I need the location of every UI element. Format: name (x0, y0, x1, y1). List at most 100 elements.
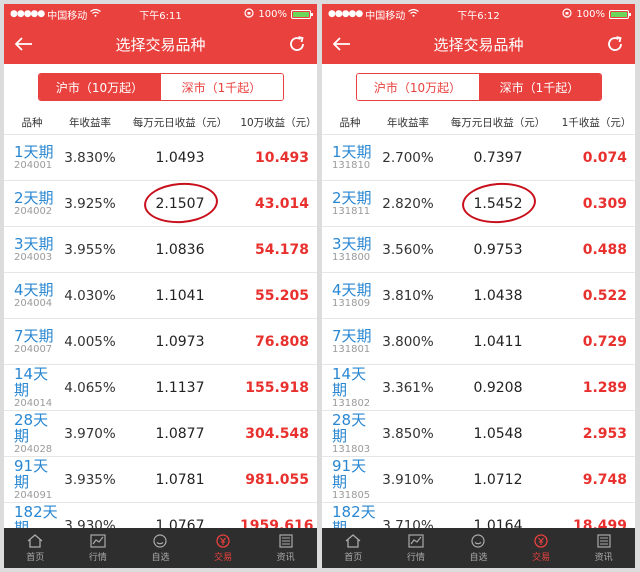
header-product: 品种 (339, 116, 361, 129)
annual-rate: 2.820% (382, 195, 434, 212)
total-income: 2.953 (582, 425, 627, 442)
product-name: 3天期 (332, 234, 372, 253)
chart-icon (408, 533, 424, 548)
tab-item[interactable]: 交易 (192, 528, 255, 568)
daily-income-value: 0.9208 (473, 379, 523, 396)
product-code: 204004 (14, 297, 53, 309)
trade-icon (215, 533, 231, 548)
tab-shenzhen-market[interactable]: 深市（1千起） (478, 74, 601, 100)
tab-item[interactable]: 首页 (322, 528, 385, 568)
product-name: 1天期 (14, 142, 54, 161)
table-row[interactable]: 3天期 131800 3.560% 0.9753 0.488 (322, 226, 635, 272)
tab-shanghai-market[interactable]: 沪市（10万起） (38, 74, 161, 100)
battery-percent: 100% (576, 8, 605, 20)
daily-income-value: 1.0836 (155, 241, 205, 258)
nav-bar: 选择交易品种 (4, 24, 317, 64)
nav-bar: 选择交易品种 (322, 24, 635, 64)
table-row[interactable]: 7天期 204007 4.005% 1.0973 76.808 (4, 318, 317, 364)
highlight-circle (460, 179, 538, 226)
daily-income-value: 1.1137 (155, 379, 205, 396)
tab-item[interactable]: 自选 (447, 528, 510, 568)
smile-icon (152, 533, 168, 548)
tab-item[interactable]: 首页 (4, 528, 67, 568)
arrow-left-icon (15, 37, 32, 51)
total-income: 155.918 (245, 379, 309, 396)
tab-item[interactable]: 资讯 (572, 528, 635, 568)
product-name: 3天期 (14, 234, 54, 253)
total-income: 43.014 (254, 195, 309, 212)
lock-rotation-icon (244, 7, 255, 21)
table-row[interactable]: 1天期 204001 3.830% 1.0493 10.493 (4, 134, 317, 180)
tab-item[interactable]: 资讯 (254, 528, 317, 568)
market-segment-wrapper: 沪市（10万起） 深市（1千起） (322, 64, 635, 110)
daily-income: 1.0438 (438, 288, 558, 304)
tab-item[interactable]: 行情 (385, 528, 448, 568)
product-name: 4天期 (14, 280, 54, 299)
daily-income-value: 1.0411 (473, 333, 523, 350)
tab-label: 行情 (88, 552, 107, 563)
annual-rate: 3.361% (382, 379, 434, 396)
table-row[interactable]: 28天期 131803 3.850% 1.0548 2.953 (322, 410, 635, 456)
total-income: 1.289 (582, 379, 627, 396)
product-cell: 3天期 131800 (322, 236, 378, 264)
annual-rate: 3.830% (64, 149, 116, 166)
table-row[interactable]: 91天期 204091 3.935% 1.0781 981.055 (4, 456, 317, 502)
total-income: 9.748 (582, 471, 627, 488)
product-name: 2天期 (332, 188, 372, 207)
back-button[interactable] (330, 32, 354, 56)
battery-icon (291, 9, 313, 19)
refresh-button[interactable] (285, 32, 309, 56)
daily-income: 1.0781 (120, 472, 240, 488)
table-row[interactable]: 91天期 131805 3.910% 1.0712 9.748 (322, 456, 635, 502)
lock-rotation-icon (562, 7, 573, 21)
total-income: 55.205 (254, 287, 309, 304)
refresh-button[interactable] (603, 32, 627, 56)
table-row[interactable]: 28天期 204028 3.970% 1.0877 304.548 (4, 410, 317, 456)
table-row[interactable]: 2天期 204002 3.925% 2.1507 43.014 (4, 179, 317, 226)
market-segmented-control: 沪市（10万起） 深市（1千起） (355, 73, 602, 101)
daily-income-value: 1.0438 (473, 287, 523, 304)
arrow-left-icon (333, 37, 350, 51)
table-row[interactable]: 4天期 204004 4.030% 1.1041 55.205 (4, 272, 317, 318)
table-row[interactable]: 14天期 204014 4.065% 1.1137 155.918 (4, 364, 317, 410)
table-row[interactable]: 2天期 131811 2.820% 1.5452 0.309 (322, 179, 635, 226)
daily-income: 1.1041 (120, 288, 240, 304)
bottom-tab-bar: 首页 行情 自选 交易 资讯 (4, 528, 317, 568)
table-row[interactable]: 14天期 131802 3.361% 0.9208 1.289 (322, 364, 635, 410)
table-row[interactable]: 1天期 131810 2.700% 0.7397 0.074 (322, 134, 635, 180)
daily-income: 1.0548 (438, 426, 558, 442)
tab-shenzhen-market[interactable]: 深市（1千起） (160, 74, 283, 100)
phone-screen-shanghai: ●●●●● 中国移动 下午6:11 100% 选择交易品种 沪市（10万起） 深… (4, 4, 317, 568)
carrier-name: 中国移动 (365, 10, 406, 22)
battery-percent: 100% (258, 8, 287, 20)
tab-shanghai-market[interactable]: 沪市（10万起） (356, 74, 479, 100)
product-code: 131810 (332, 159, 371, 171)
tab-item[interactable]: 自选 (129, 528, 192, 568)
smile-icon (470, 533, 486, 548)
table-row[interactable]: 7天期 131801 3.800% 1.0411 0.729 (322, 318, 635, 364)
product-name: 14天期 (332, 364, 367, 399)
product-cell: 28天期 131803 (322, 412, 378, 456)
annual-rate: 3.955% (64, 241, 116, 258)
total-income: 0.309 (582, 195, 627, 212)
tab-label: 交易 (532, 552, 551, 563)
annual-rate: 4.030% (64, 287, 116, 304)
daily-income: 1.5452 (438, 179, 558, 226)
daily-income-value: 0.9753 (473, 241, 523, 258)
tab-label: 首页 (344, 552, 363, 563)
product-code: 131805 (332, 489, 371, 501)
tab-item[interactable]: 行情 (67, 528, 130, 568)
product-cell: 7天期 131801 (322, 328, 378, 356)
table-row[interactable]: 3天期 204003 3.955% 1.0836 54.178 (4, 226, 317, 272)
total-income: 54.178 (254, 241, 309, 258)
product-name: 14天期 (14, 364, 49, 399)
tab-item[interactable]: 交易 (510, 528, 573, 568)
product-code: 204001 (14, 159, 53, 171)
annual-rate: 3.810% (382, 287, 434, 304)
table-row[interactable]: 4天期 131809 3.810% 1.0438 0.522 (322, 272, 635, 318)
trade-icon (533, 533, 549, 548)
product-name: 4天期 (332, 280, 372, 299)
tab-label: 资讯 (594, 552, 613, 563)
back-button[interactable] (12, 32, 36, 56)
home-icon (345, 533, 361, 548)
